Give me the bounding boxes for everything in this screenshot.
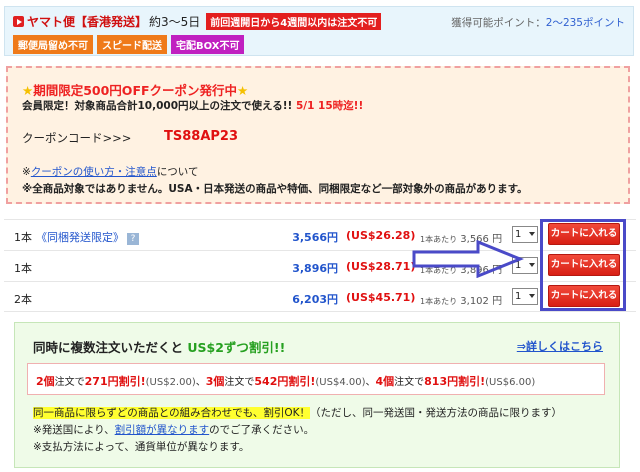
qty-label: 2本 [14, 293, 32, 306]
discount-rates: 2個注文で271円割引!(US$2.00)、3個注文で542円割引!(US$4.… [27, 363, 605, 395]
quantity-select[interactable]: 1 [512, 288, 538, 305]
tag-speed-delivery: スピード配送 [97, 35, 167, 54]
coupon-code: TS88AP23 [164, 129, 239, 144]
table-divider [4, 311, 636, 312]
quantity-value: 1 [515, 229, 522, 240]
unit-price-label: 1本あたり [420, 297, 458, 306]
price-usd: (US$26.28) [346, 229, 416, 242]
country-note-suffix: のでご了承ください。 [209, 424, 315, 436]
coupon-title: ★期間限定500円OFFクーポン発行中★ [22, 80, 248, 99]
carrier-name: ヤマト便【香港発送】 [27, 15, 148, 29]
coupon-exclusion-note: ※全商品対象ではありません。USA・日本発送の商品や特価、同梱限定など一部対象外… [22, 183, 528, 195]
highlight-box [540, 219, 626, 311]
shipping-bar: ヤマト便【香港発送】 約3～5日 前回週開日から4週間以内は注文不可 獲得可能ポ… [4, 6, 634, 56]
rate-amount: 542円割引! [254, 375, 316, 388]
star-icon: ★ [237, 83, 249, 98]
rate-mid: 注文で [54, 377, 85, 388]
shipping-method-row: ヤマト便【香港発送】 約3～5日 前回週開日から4週間以内は注文不可 [13, 13, 382, 30]
note-suffix: について [156, 166, 199, 178]
rate-count: 2個 [36, 375, 55, 388]
arrow-icon [412, 240, 524, 278]
row-quantity: 1本 [14, 260, 32, 276]
coupon-deadline: 5/1 15時迄!! [295, 100, 364, 112]
country-note-prefix: ※発送国により、 [33, 424, 115, 436]
discount-title-text: 同時に複数注文いただくと [33, 340, 188, 355]
help-icon[interactable]: ? [127, 233, 139, 245]
coupon-condition: 会員限定！対象商品合計10,000円以上の注文で使える!! [22, 100, 293, 112]
discount-title-highlight: US$2ずつ割引!! [187, 340, 286, 355]
rate-usd: (US$4.00) [315, 377, 366, 388]
points-value: 2～235ポイント [545, 17, 625, 29]
tag-no-post-office: 郵便局留め不可 [13, 35, 93, 54]
discount-country-note: ※発送国により、割引額が異なりますのでご了承ください。 [33, 422, 314, 437]
chevron-down-icon [529, 294, 535, 298]
row-quantity: 2本 [14, 291, 32, 307]
coupon-title-text: 期間限定500円OFFクーポン発行中 [33, 83, 238, 98]
points-info: 獲得可能ポイント：2～235ポイント [451, 15, 625, 30]
tag-no-delivery-box: 宅配BOX不可 [171, 35, 245, 54]
rate-count: 3個 [205, 375, 225, 388]
price-jpy: 3,566円 [292, 231, 338, 244]
rate-count: 4個 [375, 375, 395, 388]
row-quantity: 1本 《同梱発送限定》? [14, 229, 139, 245]
unit-price-value: 3,102 円 [460, 296, 503, 307]
bundle-note: 《同梱発送限定》 [36, 231, 124, 244]
order-restriction-badge: 前回週開日から4週間以内は注文不可 [206, 13, 382, 30]
rate-usd: (US$6.00) [485, 377, 536, 388]
rate-mid: 注文で [394, 377, 425, 388]
rate-usd: (US$2.00) [145, 377, 196, 388]
combination-condition: （ただし、同一発送国・発送方法の商品に限ります） [310, 407, 563, 419]
qty-label: 1本 [14, 262, 32, 275]
star-icon: ★ [22, 83, 34, 98]
currency-note: ※支払方法によって、通貨単位が異なります。 [33, 441, 250, 453]
play-icon [13, 16, 24, 27]
multi-order-discount-box: 同時に複数注文いただくと US$2ずつ割引!! ⇒詳しくはこちら 2個注文で27… [14, 322, 620, 468]
discount-amount-link[interactable]: 割引額が異なります [115, 424, 210, 436]
points-label: 獲得可能ポイント： [451, 17, 546, 29]
rate-amount: 271円割引! [84, 375, 146, 388]
coupon-usage-note: ※クーポンの使い方・注意点について [22, 164, 199, 179]
note-prefix: ※ [22, 166, 31, 178]
chevron-down-icon [529, 263, 535, 267]
discount-combination-note: 同一商品に限らずどの商品との組み合わせでも、割引OK！（ただし、同一発送国・発送… [33, 405, 562, 420]
price-usd: (US$45.71) [346, 291, 416, 304]
details-link[interactable]: ⇒詳しくはこちら [517, 338, 603, 354]
rate-amount: 813円割引! [424, 375, 486, 388]
combination-highlight: 同一商品に限らずどの商品との組み合わせでも、割引OK！ [33, 407, 311, 419]
coupon-subtitle: 会員限定！対象商品合計10,000円以上の注文で使える!! 5/1 15時迄!! [22, 98, 363, 113]
delivery-days: 約3～5日 [149, 15, 201, 29]
qty-label: 1本 [14, 231, 32, 244]
price-jpy: 3,896円 [292, 262, 338, 275]
discount-title: 同時に複数注文いただくと US$2ずつ割引!! [33, 337, 285, 356]
price-jpy: 6,203円 [292, 293, 338, 306]
quantity-value: 1 [515, 291, 522, 302]
rate-mid: 注文で [224, 377, 255, 388]
shipping-tags: 郵便局留め不可 スピード配送 宅配BOX不可 [13, 35, 245, 54]
chevron-down-icon [529, 232, 535, 236]
coupon-usage-link[interactable]: クーポンの使い方・注意点 [31, 166, 157, 178]
coupon-code-label: クーポンコード>>> [22, 131, 132, 145]
unit-price: 1本あたり 3,102 円 [420, 292, 502, 307]
coupon-box: ★期間限定500円OFFクーポン発行中★ 会員限定！対象商品合計10,000円以… [6, 66, 630, 204]
price-usd: (US$28.71) [346, 260, 416, 273]
